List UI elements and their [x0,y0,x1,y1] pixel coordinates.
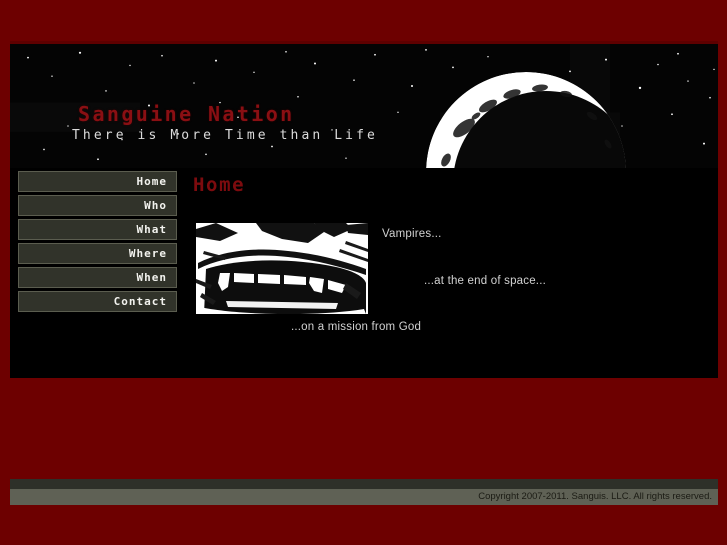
site-title: Sanguine Nation [78,102,295,126]
main-content: Home Vampires... ...at the end of space.… [186,168,716,343]
nav-item-where[interactable]: Where [18,243,177,264]
page-frame: Sanguine Nation There is More Time than … [10,41,718,505]
nav-item-home[interactable]: Home [18,171,177,192]
footer-copyright: Copyright 2007-2011. Sanguis. LLC. All r… [10,489,718,505]
intro-line-3: ...on a mission from God [291,321,422,333]
page-title: Home [193,174,246,196]
site-branding: Sanguine Nation There is More Time than … [72,102,378,143]
footer-divider [10,479,718,489]
nav-item-what[interactable]: What [18,219,177,240]
intro-line-2: ...at the end of space... [424,275,546,287]
nav-item-who[interactable]: Who [18,195,177,216]
vampire-mouth-image [196,223,368,314]
site-tagline: There is More Time than Life [72,128,378,143]
site-header: Sanguine Nation There is More Time than … [10,41,718,168]
body-area: Home Who What Where When Contact Home Va… [10,168,718,505]
nav-item-when[interactable]: When [18,267,177,288]
intro-line-1: Vampires... [382,228,442,240]
content-inner: Vampires... ...at the end of space... ..… [186,196,716,336]
nav-item-contact[interactable]: Contact [18,291,177,312]
main-navigation: Home Who What Where When Contact [18,171,177,315]
